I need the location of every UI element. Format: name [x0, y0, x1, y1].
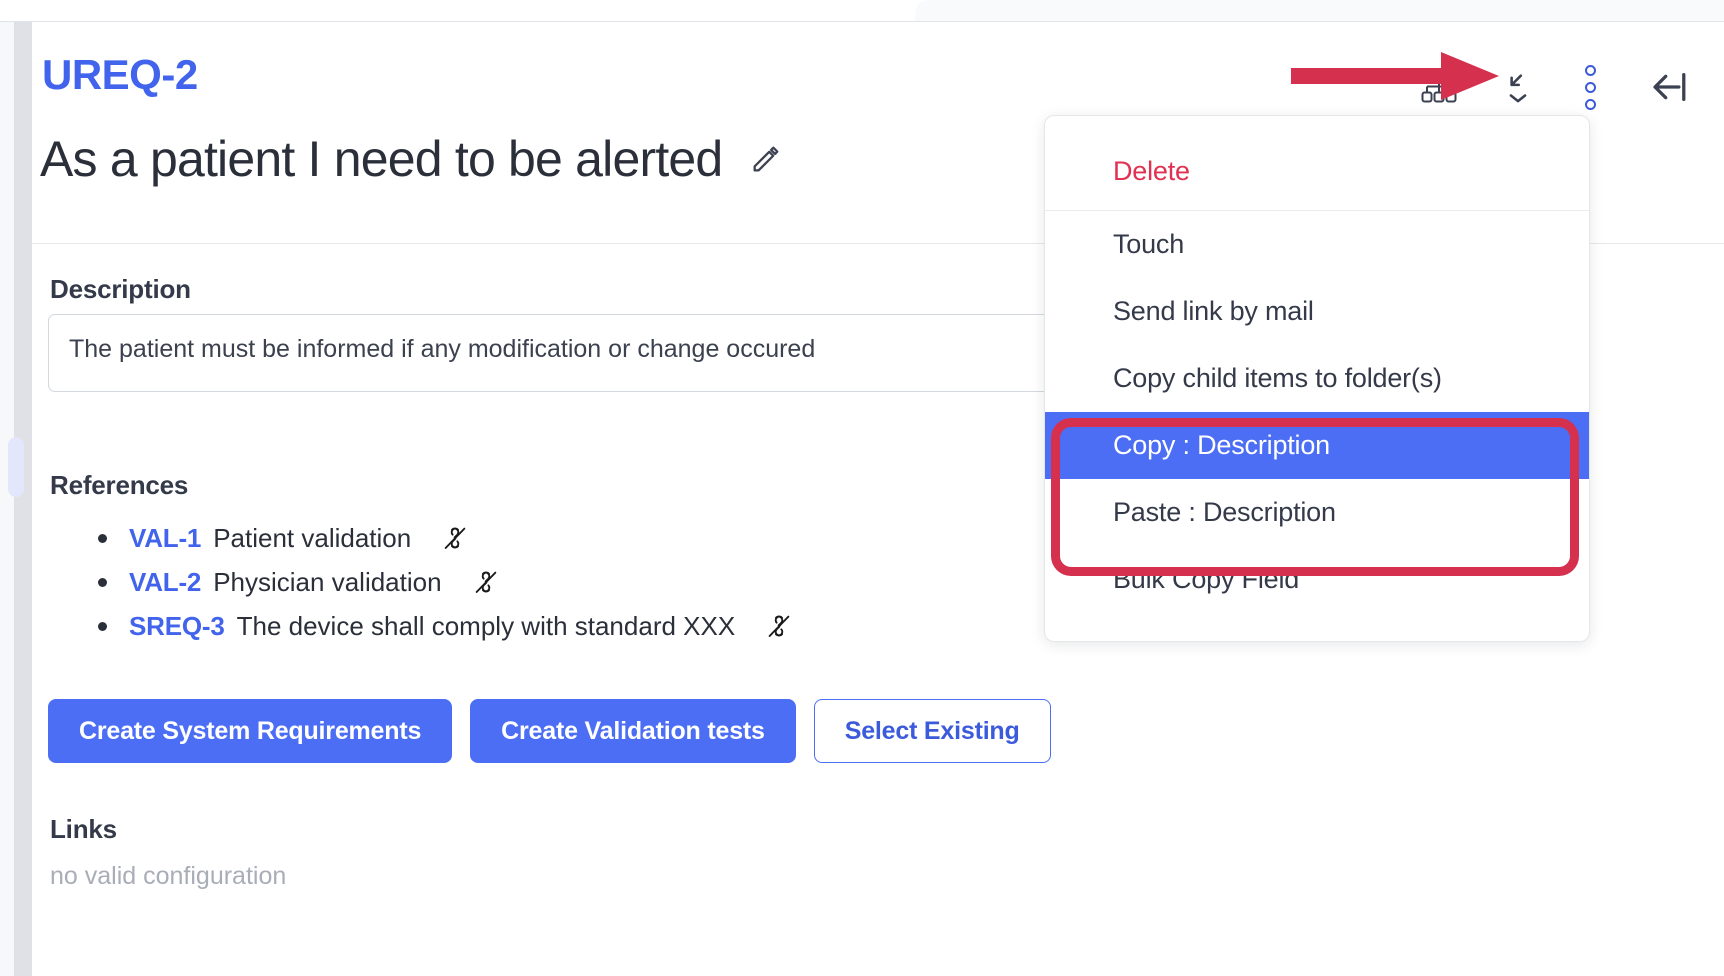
- menu-item-paste-description[interactable]: Paste : Description: [1045, 479, 1589, 546]
- unlink-reference-button[interactable]: [437, 520, 473, 556]
- reference-row: VAL-2 Physician validation: [98, 560, 797, 604]
- menu-item-bulk-copy-field[interactable]: Bulk Copy Field: [1045, 546, 1589, 613]
- references-list: VAL-1 Patient validation VAL-2 Physician…: [98, 516, 797, 648]
- reference-key-link[interactable]: SREQ-3: [129, 611, 225, 642]
- edit-title-button[interactable]: [744, 137, 788, 181]
- left-outer-rail: [0, 22, 14, 976]
- more-options-button[interactable]: [1554, 56, 1626, 118]
- bullet-icon: [98, 577, 107, 587]
- context-menu: Delete Touch Send link by mail Copy chil…: [1044, 115, 1590, 642]
- create-system-requirements-button[interactable]: Create System Requirements: [48, 699, 453, 763]
- menu-item-touch[interactable]: Touch: [1045, 211, 1589, 278]
- page-title: As a patient I need to be alerted: [40, 131, 723, 187]
- unlink-reference-button[interactable]: [468, 564, 504, 600]
- reference-title: Patient validation: [213, 522, 412, 553]
- reference-title: The device shall comply with standard XX…: [236, 610, 736, 641]
- action-buttons: Create System Requirements Create Valida…: [48, 699, 1051, 763]
- reference-title: Physician validation: [213, 566, 442, 597]
- left-inner-rail: [8, 22, 32, 976]
- unlink-reference-button[interactable]: [761, 608, 797, 644]
- reference-key-link[interactable]: VAL-2: [129, 567, 201, 598]
- reference-row: SREQ-3 The device shall comply with stan…: [98, 604, 797, 648]
- select-existing-button[interactable]: Select Existing: [813, 699, 1051, 763]
- menu-item-delete[interactable]: Delete: [1045, 116, 1589, 210]
- close-panel-icon: [1653, 73, 1686, 101]
- menu-item-send-link-by-mail[interactable]: Send link by mail: [1045, 278, 1589, 345]
- header-actions: [1396, 56, 1712, 118]
- rail-scroll-chip[interactable]: [8, 437, 24, 497]
- description-label: Description: [50, 274, 191, 304]
- hierarchy-icon: [1421, 70, 1457, 103]
- menu-item-copy-description[interactable]: Copy : Description: [1045, 412, 1589, 479]
- reference-key-link[interactable]: VAL-1: [129, 523, 201, 554]
- menu-item-copy-child-items-to-folders[interactable]: Copy child items to folder(s): [1045, 345, 1589, 412]
- bullet-icon: [98, 533, 107, 543]
- pencil-icon: [753, 146, 779, 172]
- references-label: References: [50, 470, 189, 500]
- links-label: Links: [50, 814, 117, 844]
- more-options-icon: [1584, 64, 1596, 110]
- title-row: As a patient I need to be alerted: [40, 134, 788, 184]
- hierarchy-button[interactable]: [1396, 56, 1482, 118]
- unlink-icon: [444, 527, 466, 549]
- requirement-id: UREQ-2: [42, 51, 198, 98]
- close-panel-button[interactable]: [1626, 56, 1712, 118]
- links-empty-text: no valid configuration: [50, 862, 287, 890]
- reference-row: VAL-1 Patient validation: [98, 516, 797, 560]
- unlink-icon: [768, 615, 790, 637]
- top-tint-strip: [915, 0, 1724, 21]
- create-validation-tests-button[interactable]: Create Validation tests: [470, 699, 796, 763]
- collapse-button[interactable]: [1482, 56, 1554, 118]
- unlink-icon: [475, 571, 496, 593]
- collapse-arrow-icon: [1509, 74, 1527, 103]
- bullet-icon: [98, 621, 107, 631]
- requirement-detail-panel: UREQ-2 As a patient I need to be alerted: [0, 0, 1724, 976]
